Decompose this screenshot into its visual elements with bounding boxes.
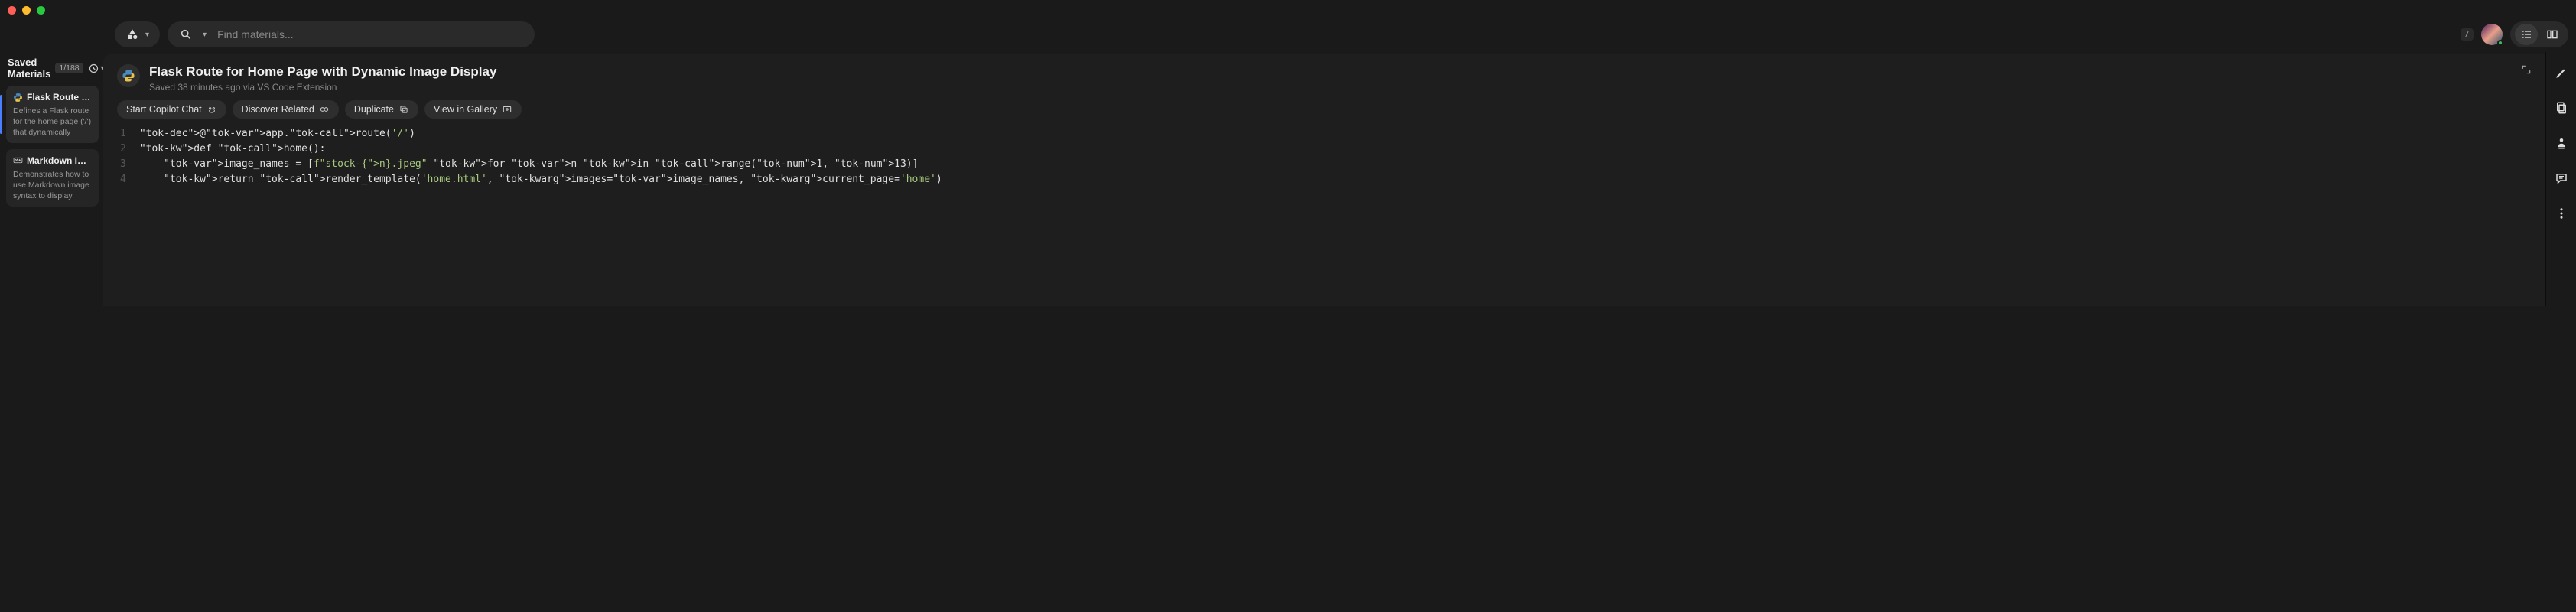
discover-related-button[interactable]: Discover Related bbox=[233, 100, 339, 119]
sidebar-title: Saved Materials bbox=[8, 57, 50, 80]
presence-indicator bbox=[2497, 40, 2503, 46]
right-rail bbox=[2545, 52, 2576, 306]
code-block[interactable]: 1234 "tok-dec">@"tok-var">app."tok-call"… bbox=[117, 126, 2532, 188]
gallery-icon bbox=[502, 104, 512, 115]
markdown-icon bbox=[13, 155, 23, 165]
shapes-filter-button[interactable]: ▾ bbox=[115, 21, 160, 47]
python-icon bbox=[13, 93, 23, 103]
chip-label: Start Copilot Chat bbox=[126, 104, 202, 115]
share-user-button[interactable] bbox=[2552, 133, 2571, 153]
python-icon bbox=[122, 69, 135, 83]
comment-icon bbox=[2555, 171, 2568, 185]
user-link-icon bbox=[2555, 136, 2568, 150]
sidebar-item-title: Flask Route for Ho… bbox=[27, 92, 92, 103]
chip-label: Discover Related bbox=[242, 104, 314, 115]
chip-label: Duplicate bbox=[354, 104, 394, 115]
detail-panel: Flask Route for Home Page with Dynamic I… bbox=[103, 54, 2545, 306]
language-chip bbox=[117, 64, 140, 87]
more-vertical-icon bbox=[2555, 207, 2568, 220]
search-icon bbox=[180, 28, 192, 41]
columns-icon bbox=[2546, 28, 2558, 41]
copy-button[interactable] bbox=[2552, 98, 2571, 118]
sidebar-header: Saved Materials 1/188 ▾ bbox=[6, 57, 99, 80]
copilot-icon bbox=[207, 104, 217, 115]
kbd-hint: / bbox=[2461, 28, 2474, 41]
start-copilot-chat-button[interactable]: Start Copilot Chat bbox=[117, 100, 226, 119]
list-view-button[interactable] bbox=[2515, 24, 2538, 45]
detail-title: Flask Route for Home Page with Dynamic I… bbox=[149, 64, 496, 80]
pencil-icon bbox=[2555, 66, 2568, 80]
minimize-window-button[interactable] bbox=[22, 6, 31, 15]
duplicate-icon bbox=[398, 104, 409, 115]
close-window-button[interactable] bbox=[8, 6, 16, 15]
more-button[interactable] bbox=[2552, 203, 2571, 223]
avatar[interactable] bbox=[2481, 24, 2503, 45]
duplicate-button[interactable]: Duplicate bbox=[345, 100, 418, 119]
expand-button[interactable] bbox=[2521, 64, 2532, 79]
count-badge: 1/188 bbox=[55, 63, 83, 73]
expand-icon bbox=[2521, 64, 2532, 75]
history-button[interactable]: ▾ bbox=[88, 60, 105, 76]
view-in-gallery-button[interactable]: View in Gallery bbox=[424, 100, 522, 119]
maximize-window-button[interactable] bbox=[37, 6, 45, 15]
sidebar-item[interactable]: Markdown Image S… Demonstrates how to us… bbox=[6, 149, 99, 207]
comment-button[interactable] bbox=[2552, 168, 2571, 188]
shapes-icon bbox=[125, 28, 139, 41]
sidebar-item-title: Markdown Image S… bbox=[27, 155, 92, 166]
action-chips: Start Copilot Chat Discover Related Dupl… bbox=[117, 100, 2532, 119]
chip-label: View in Gallery bbox=[434, 104, 497, 115]
view-toggle bbox=[2510, 21, 2568, 47]
window-titlebar bbox=[0, 0, 2576, 20]
history-icon bbox=[88, 63, 99, 74]
sidebar-item-desc: Demonstrates how to use Markdown image s… bbox=[13, 169, 92, 200]
sidebar-item-desc: Defines a Flask route for the home page … bbox=[13, 106, 92, 137]
related-icon bbox=[319, 104, 330, 115]
sidebar: Saved Materials 1/188 ▾ Flask Rout bbox=[0, 52, 103, 306]
detail-subtitle: Saved 38 minutes ago via VS Code Extensi… bbox=[149, 82, 496, 93]
search-bar[interactable]: ▾ bbox=[168, 21, 535, 47]
sidebar-item[interactable]: Flask Route for Ho… Defines a Flask rout… bbox=[6, 86, 99, 143]
chevron-down-icon: ▾ bbox=[203, 31, 207, 39]
copy-icon bbox=[2555, 101, 2568, 115]
code-content: "tok-dec">@"tok-var">app."tok-call">rout… bbox=[140, 126, 942, 188]
topbar: ▾ ▾ / bbox=[0, 20, 2576, 52]
list-icon bbox=[2520, 28, 2532, 41]
edit-button[interactable] bbox=[2552, 63, 2571, 83]
chevron-down-icon: ▾ bbox=[145, 31, 149, 39]
search-input[interactable] bbox=[217, 28, 522, 41]
line-numbers: 1234 bbox=[117, 126, 140, 188]
columns-view-button[interactable] bbox=[2541, 24, 2564, 45]
